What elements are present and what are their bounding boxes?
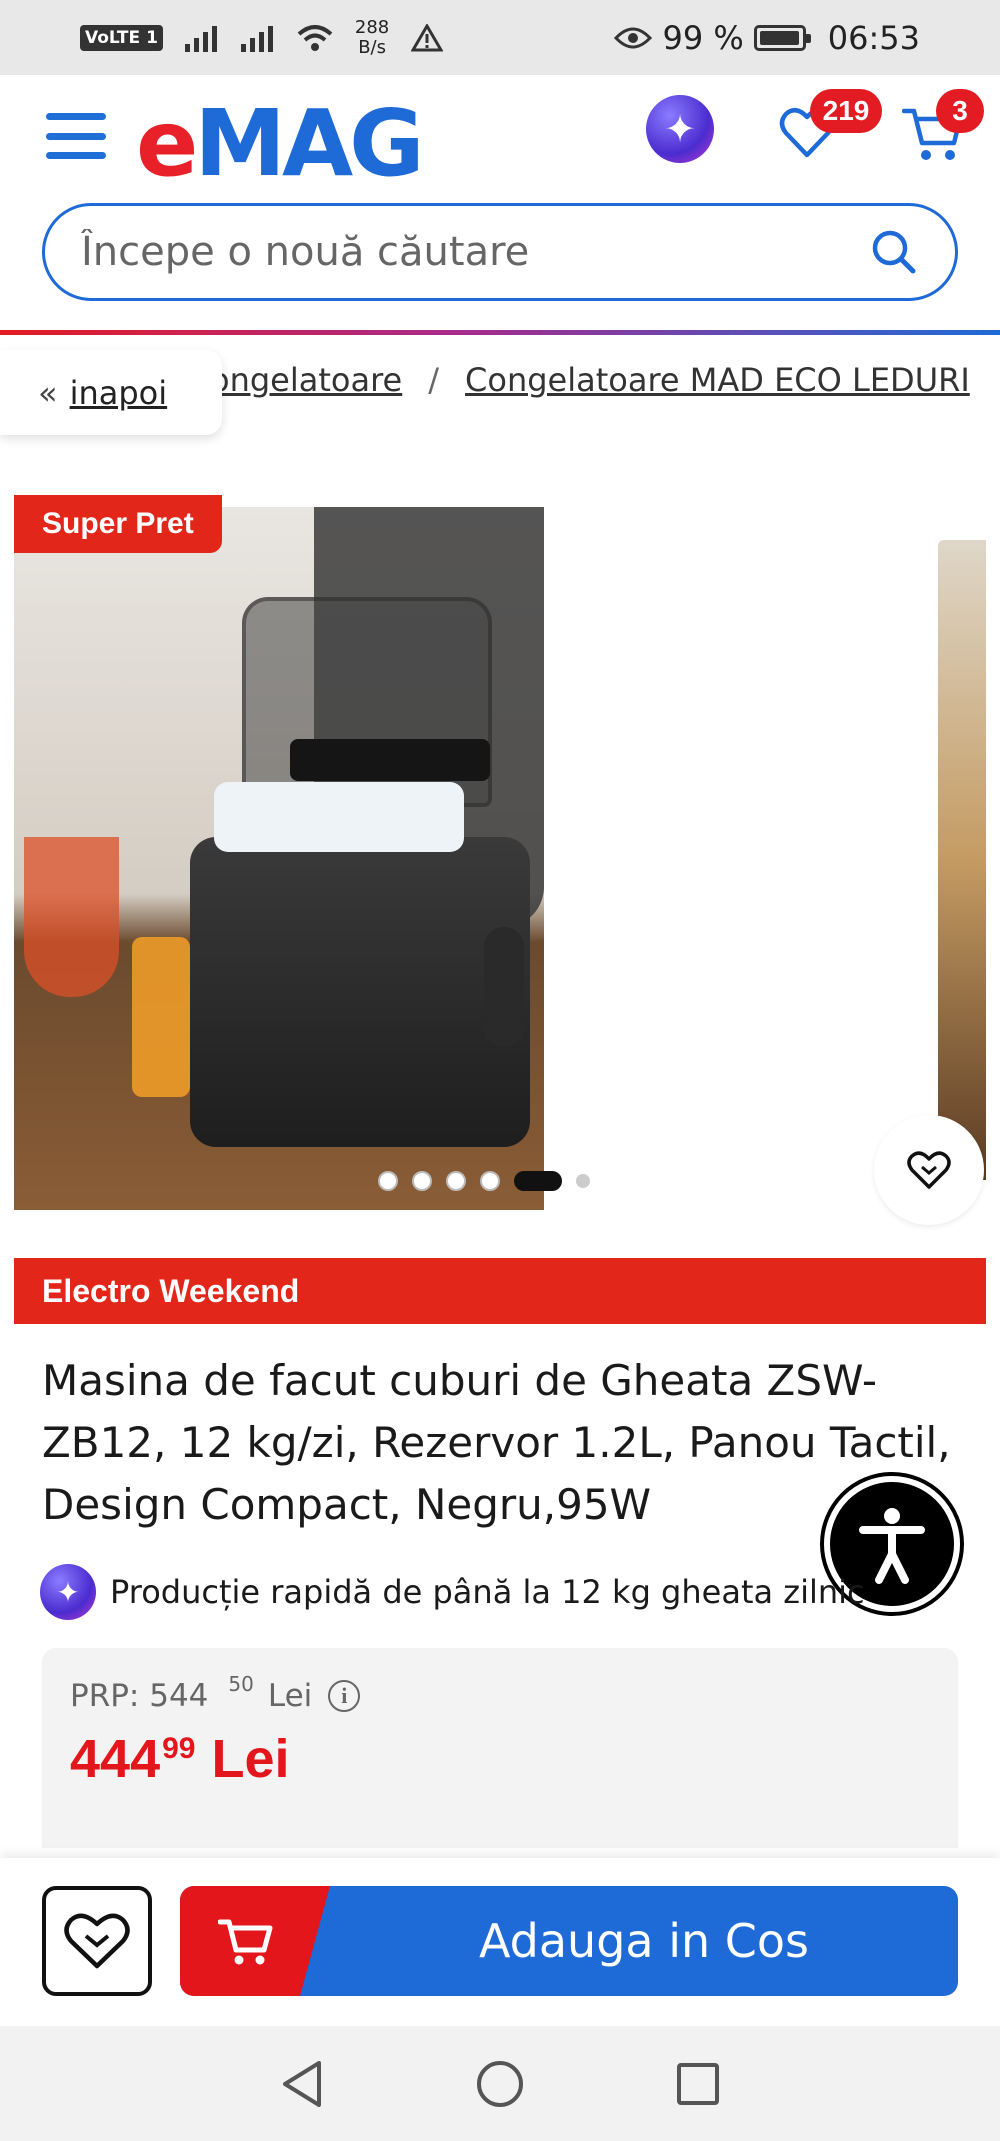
back-icon[interactable] xyxy=(279,2059,325,2109)
gallery-dot[interactable] xyxy=(378,1171,398,1191)
signal-icon-2 xyxy=(240,25,273,52)
breadcrumb-item-current[interactable]: Congelatoare MAD ECO LEDURI xyxy=(465,361,970,399)
back-link[interactable]: « inapoi xyxy=(0,350,222,435)
header-divider xyxy=(0,330,1000,335)
add-to-cart-icon-area xyxy=(180,1886,330,1996)
wifi-icon xyxy=(297,24,333,51)
next-product-image[interactable] xyxy=(938,540,986,1180)
cart-count-badge: 3 xyxy=(936,89,984,133)
gallery-dot[interactable] xyxy=(446,1171,466,1191)
app-header: eMAG ✦ 219 3 xyxy=(0,75,1000,301)
battery-percent: 99 % xyxy=(662,18,744,57)
emag-logo[interactable]: eMAG xyxy=(136,89,425,199)
status-bar: VoLTE 1 288 B/s 99 % 06:53 xyxy=(0,0,1000,75)
image-glass xyxy=(24,837,119,997)
heart-icon xyxy=(907,1151,951,1189)
menu-icon[interactable] xyxy=(46,113,106,159)
search-icon[interactable] xyxy=(869,227,919,277)
product-gallery[interactable]: Super Pret xyxy=(14,495,986,1225)
sticky-action-bar: Adauga in Cos xyxy=(0,1858,1000,2026)
ai-feature-highlight: ✦ Producție rapidă de până la 12 kg ghea… xyxy=(40,1564,900,1620)
system-nav-bar xyxy=(0,2026,1000,2141)
warning-icon xyxy=(411,23,444,51)
back-label[interactable]: inapoi xyxy=(70,374,168,412)
clock: 06:53 xyxy=(827,18,920,57)
back-chevron-icon: « xyxy=(38,373,58,412)
status-left: VoLTE 1 288 B/s xyxy=(80,16,444,58)
recommended-price: PRP: 544 50 Lei i xyxy=(70,1672,930,1714)
info-icon[interactable]: i xyxy=(328,1680,361,1712)
image-bottle xyxy=(132,937,190,1097)
image-control-panel xyxy=(290,739,490,781)
add-to-cart-button[interactable]: Adauga in Cos xyxy=(180,1886,958,1996)
gallery-favorite-button[interactable] xyxy=(874,1115,984,1225)
super-pret-tag: Super Pret xyxy=(14,495,222,553)
gallery-dot[interactable] xyxy=(412,1171,432,1191)
breadcrumb-separator: / xyxy=(428,361,440,399)
image-ice xyxy=(214,782,464,852)
gallery-pagination[interactable] xyxy=(378,1171,590,1191)
heart-icon xyxy=(64,1913,130,1969)
gallery-dot[interactable] xyxy=(480,1171,500,1191)
battery-level xyxy=(759,30,800,45)
feature-text: Producție rapidă de până la 12 kg gheata… xyxy=(110,1573,865,1611)
promo-banner[interactable]: Electro Weekend xyxy=(14,1258,986,1324)
signal-icon xyxy=(184,25,217,52)
ai-sparkle-icon: ✦ xyxy=(40,1564,96,1620)
eye-icon xyxy=(614,27,653,48)
search-input[interactable] xyxy=(81,229,869,275)
volte-indicator: VoLTE 1 xyxy=(80,24,163,51)
status-right: 99 % 06:53 xyxy=(614,19,920,57)
current-price: 444 99 Lei xyxy=(70,1729,290,1789)
price-box: PRP: 544 50 Lei i 444 99 Lei xyxy=(42,1648,958,1848)
add-to-favorites-button[interactable] xyxy=(42,1886,152,1996)
product-image[interactable] xyxy=(14,507,544,1210)
cart-icon xyxy=(218,1919,273,1965)
battery-icon xyxy=(753,24,811,51)
image-vent xyxy=(484,927,524,1047)
home-icon[interactable] xyxy=(475,2059,525,2109)
recents-icon[interactable] xyxy=(675,2061,721,2107)
search-bar[interactable] xyxy=(42,203,958,301)
gallery-dot[interactable] xyxy=(514,1171,562,1191)
breadcrumb: « inapoi ongelatoare / Congelatoare MAD … xyxy=(0,350,1000,435)
image-machine-body xyxy=(190,837,530,1147)
favorites-count-badge: 219 xyxy=(810,89,882,133)
breadcrumb-trail: ongelatoare / Congelatoare MAD ECO LEDUR… xyxy=(210,350,970,410)
product-title: Masina de facut cuburi de Gheata ZSW-ZB1… xyxy=(42,1356,951,1529)
net-speed: 288 B/s xyxy=(354,16,390,58)
add-to-cart-label: Adauga in Cos xyxy=(479,1914,809,1968)
ai-assistant-icon[interactable]: ✦ xyxy=(646,95,714,163)
gallery-dot[interactable] xyxy=(576,1174,590,1188)
breadcrumb-item-congelatoare[interactable]: ongelatoare xyxy=(210,361,402,399)
